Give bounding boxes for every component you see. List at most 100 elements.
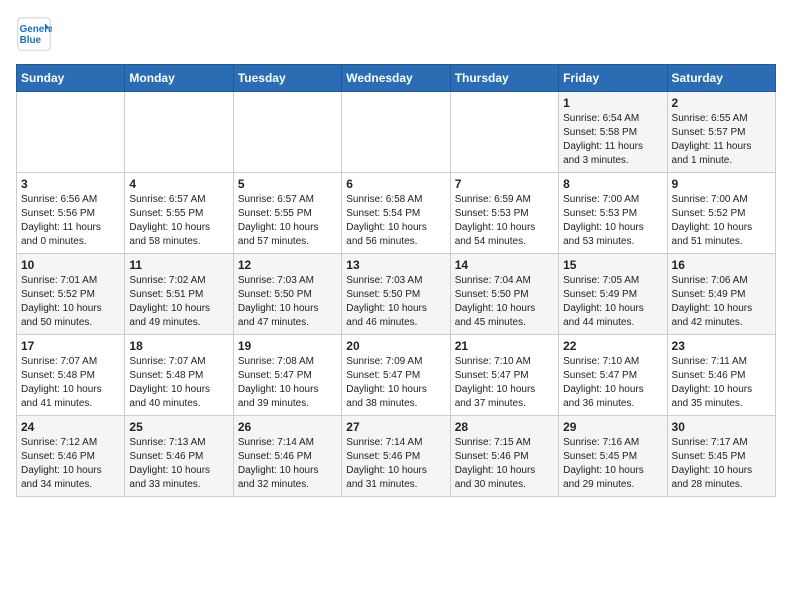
- day-number: 22: [563, 339, 662, 353]
- day-number: 4: [129, 177, 228, 191]
- day-number: 13: [346, 258, 445, 272]
- day-info: Sunrise: 7:08 AM Sunset: 5:47 PM Dayligh…: [238, 355, 337, 411]
- day-info: Sunrise: 6:59 AM Sunset: 5:53 PM Dayligh…: [455, 193, 554, 249]
- day-number: 23: [672, 339, 771, 353]
- day-number: 20: [346, 339, 445, 353]
- calendar-day-1: 1 Sunrise: 6:54 AM Sunset: 5:58 PM Daylig…: [559, 92, 667, 173]
- day-info: Sunrise: 7:03 AM Sunset: 5:50 PM Dayligh…: [238, 274, 337, 330]
- weekday-header-monday: Monday: [125, 65, 233, 92]
- weekday-header-thursday: Thursday: [450, 65, 558, 92]
- day-info: Sunrise: 7:11 AM Sunset: 5:46 PM Dayligh…: [672, 355, 771, 411]
- day-info: Sunrise: 7:13 AM Sunset: 5:46 PM Dayligh…: [129, 436, 228, 492]
- calendar-day-18: 18 Sunrise: 7:07 AM Sunset: 5:48 PM Dayli…: [125, 335, 233, 416]
- empty-day: [233, 92, 341, 173]
- calendar-week-row: 24 Sunrise: 7:12 AM Sunset: 5:46 PM Dayli…: [17, 416, 776, 497]
- day-number: 10: [21, 258, 120, 272]
- day-number: 14: [455, 258, 554, 272]
- day-number: 12: [238, 258, 337, 272]
- day-info: Sunrise: 7:02 AM Sunset: 5:51 PM Dayligh…: [129, 274, 228, 330]
- day-number: 9: [672, 177, 771, 191]
- day-number: 3: [21, 177, 120, 191]
- day-info: Sunrise: 7:15 AM Sunset: 5:46 PM Dayligh…: [455, 436, 554, 492]
- page-header: General Blue: [16, 16, 776, 52]
- weekday-header-friday: Friday: [559, 65, 667, 92]
- day-info: Sunrise: 7:04 AM Sunset: 5:50 PM Dayligh…: [455, 274, 554, 330]
- calendar-week-row: 3 Sunrise: 6:56 AM Sunset: 5:56 PM Daylig…: [17, 173, 776, 254]
- calendar-day-10: 10 Sunrise: 7:01 AM Sunset: 5:52 PM Dayli…: [17, 254, 125, 335]
- day-number: 8: [563, 177, 662, 191]
- calendar-day-11: 11Sunrise: 7:02 AM Sunset: 5:51 PM Dayli…: [125, 254, 233, 335]
- empty-day: [450, 92, 558, 173]
- calendar-day-8: 8 Sunrise: 7:00 AM Sunset: 5:53 PM Daylig…: [559, 173, 667, 254]
- calendar-day-12: 12 Sunrise: 7:03 AM Sunset: 5:50 PM Dayli…: [233, 254, 341, 335]
- calendar-day-22: 22 Sunrise: 7:10 AM Sunset: 5:47 PM Dayli…: [559, 335, 667, 416]
- day-info: Sunrise: 7:09 AM Sunset: 5:47 PM Dayligh…: [346, 355, 445, 411]
- day-info: Sunrise: 7:14 AM Sunset: 5:46 PM Dayligh…: [238, 436, 337, 492]
- calendar-week-row: 10 Sunrise: 7:01 AM Sunset: 5:52 PM Dayli…: [17, 254, 776, 335]
- day-number: 30: [672, 420, 771, 434]
- day-info: Sunrise: 7:03 AM Sunset: 5:50 PM Dayligh…: [346, 274, 445, 330]
- empty-day: [17, 92, 125, 173]
- calendar-day-13: 13 Sunrise: 7:03 AM Sunset: 5:50 PM Dayli…: [342, 254, 450, 335]
- calendar-day-2: 2Sunrise: 6:55 AM Sunset: 5:57 PM Daylig…: [667, 92, 775, 173]
- day-info: Sunrise: 7:17 AM Sunset: 5:45 PM Dayligh…: [672, 436, 771, 492]
- day-info: Sunrise: 6:54 AM Sunset: 5:58 PM Dayligh…: [563, 112, 662, 168]
- logo: General Blue: [16, 16, 52, 52]
- calendar-day-16: 16 Sunrise: 7:06 AM Sunset: 5:49 PM Dayli…: [667, 254, 775, 335]
- calendar-day-4: 4Sunrise: 6:57 AM Sunset: 5:55 PM Daylig…: [125, 173, 233, 254]
- calendar-day-7: 7 Sunrise: 6:59 AM Sunset: 5:53 PM Daylig…: [450, 173, 558, 254]
- day-number: 15: [563, 258, 662, 272]
- day-info: Sunrise: 7:00 AM Sunset: 5:53 PM Dayligh…: [563, 193, 662, 249]
- day-number: 21: [455, 339, 554, 353]
- calendar-day-25: 25 Sunrise: 7:13 AM Sunset: 5:46 PM Dayli…: [125, 416, 233, 497]
- calendar-day-21: 21 Sunrise: 7:10 AM Sunset: 5:47 PM Dayli…: [450, 335, 558, 416]
- weekday-header-wednesday: Wednesday: [342, 65, 450, 92]
- day-info: Sunrise: 7:16 AM Sunset: 5:45 PM Dayligh…: [563, 436, 662, 492]
- day-info: Sunrise: 7:14 AM Sunset: 5:46 PM Dayligh…: [346, 436, 445, 492]
- day-number: 2: [672, 96, 771, 110]
- day-number: 6: [346, 177, 445, 191]
- svg-text:Blue: Blue: [20, 35, 42, 46]
- calendar-day-9: 9 Sunrise: 7:00 AM Sunset: 5:52 PM Daylig…: [667, 173, 775, 254]
- calendar-day-26: 26 Sunrise: 7:14 AM Sunset: 5:46 PM Dayli…: [233, 416, 341, 497]
- day-info: Sunrise: 7:01 AM Sunset: 5:52 PM Dayligh…: [21, 274, 120, 330]
- empty-day: [125, 92, 233, 173]
- calendar-day-14: 14 Sunrise: 7:04 AM Sunset: 5:50 PM Dayli…: [450, 254, 558, 335]
- day-info: Sunrise: 6:57 AM Sunset: 5:55 PM Dayligh…: [238, 193, 337, 249]
- calendar-day-17: 17Sunrise: 7:07 AM Sunset: 5:48 PM Dayli…: [17, 335, 125, 416]
- day-number: 25: [129, 420, 228, 434]
- day-number: 5: [238, 177, 337, 191]
- calendar-day-3: 3 Sunrise: 6:56 AM Sunset: 5:56 PM Daylig…: [17, 173, 125, 254]
- empty-day: [342, 92, 450, 173]
- calendar-day-5: 5 Sunrise: 6:57 AM Sunset: 5:55 PM Daylig…: [233, 173, 341, 254]
- calendar-day-24: 24 Sunrise: 7:12 AM Sunset: 5:46 PM Dayli…: [17, 416, 125, 497]
- day-info: Sunrise: 6:58 AM Sunset: 5:54 PM Dayligh…: [346, 193, 445, 249]
- logo-icon: General Blue: [16, 16, 52, 52]
- day-number: 29: [563, 420, 662, 434]
- calendar-day-28: 28Sunrise: 7:15 AM Sunset: 5:46 PM Dayli…: [450, 416, 558, 497]
- day-number: 26: [238, 420, 337, 434]
- calendar-day-30: 30 Sunrise: 7:17 AM Sunset: 5:45 PM Dayli…: [667, 416, 775, 497]
- day-number: 1: [563, 96, 662, 110]
- day-info: Sunrise: 6:56 AM Sunset: 5:56 PM Dayligh…: [21, 193, 120, 249]
- calendar-week-row: 17 Sunrise: 7:07 AM Sunset: 5:48 PM Dayli…: [17, 335, 776, 416]
- day-number: 17: [21, 339, 120, 353]
- day-number: 16: [672, 258, 771, 272]
- day-info: Sunrise: 7:12 AM Sunset: 5:46 PM Dayligh…: [21, 436, 120, 492]
- weekday-header-row: SundayMondayTuesdayWednesdayThursdayFrid…: [17, 65, 776, 92]
- calendar-day-23: 23 Sunrise: 7:11 AM Sunset: 5:46 PM Dayli…: [667, 335, 775, 416]
- day-number: 7: [455, 177, 554, 191]
- day-number: 18: [129, 339, 228, 353]
- day-info: Sunrise: 7:06 AM Sunset: 5:49 PM Dayligh…: [672, 274, 771, 330]
- day-number: 27: [346, 420, 445, 434]
- day-number: 24: [21, 420, 120, 434]
- day-info: Sunrise: 7:10 AM Sunset: 5:47 PM Dayligh…: [563, 355, 662, 411]
- day-info: Sunrise: 7:10 AM Sunset: 5:47 PM Dayligh…: [455, 355, 554, 411]
- day-info: Sunrise: 7:00 AM Sunset: 5:52 PM Dayligh…: [672, 193, 771, 249]
- calendar-day-6: 6 Sunrise: 6:58 AM Sunset: 5:54 PM Daylig…: [342, 173, 450, 254]
- calendar-day-19: 19Sunrise: 7:08 AM Sunset: 5:47 PM Dayli…: [233, 335, 341, 416]
- calendar-day-20: 20 Sunrise: 7:09 AM Sunset: 5:47 PM Dayli…: [342, 335, 450, 416]
- day-info: Sunrise: 7:07 AM Sunset: 5:48 PM Dayligh…: [129, 355, 228, 411]
- weekday-header-tuesday: Tuesday: [233, 65, 341, 92]
- weekday-header-saturday: Saturday: [667, 65, 775, 92]
